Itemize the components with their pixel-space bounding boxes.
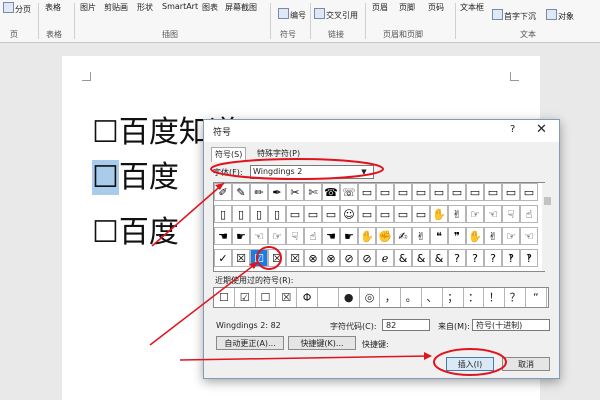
annotation-circle-symbol <box>256 246 282 270</box>
annotation-circle-font <box>210 158 384 180</box>
annotation-overlay <box>149 158 507 376</box>
annotation-circle-insert <box>433 348 507 376</box>
annotation-arrow <box>151 182 225 247</box>
annotation-arrow <box>149 261 259 346</box>
annotation-arrow <box>179 355 431 361</box>
annotation-arrowhead <box>424 352 432 360</box>
